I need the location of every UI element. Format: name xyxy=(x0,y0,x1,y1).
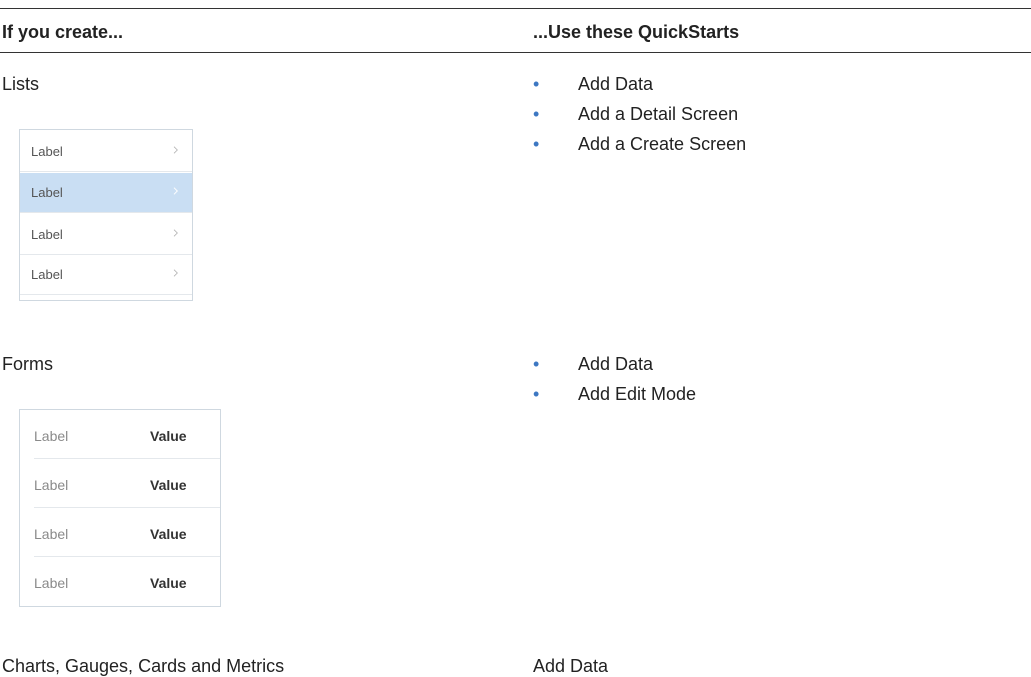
thumbnail-row-label: Label xyxy=(31,185,63,200)
thumbnail-row-label: Label xyxy=(31,227,63,242)
thumbnail-form-value: Value xyxy=(150,477,187,493)
quickstart-item: Add a Detail Screen xyxy=(578,104,739,124)
bullet-icon: • xyxy=(533,134,540,154)
bullet-icon: • xyxy=(533,104,540,124)
quickstarts-table: If you create... ...Use these QuickStart… xyxy=(0,0,1031,677)
thumbnail-row-label: Label xyxy=(31,267,63,282)
bullet-icon: • xyxy=(533,74,540,94)
thumbnail-list-row-selected: Label xyxy=(20,173,192,213)
thumbnail-list-row: Label xyxy=(20,215,192,255)
thumbnail-form-value: Value xyxy=(150,575,187,591)
thumbnail-form-row: Label Value xyxy=(20,557,220,606)
thumbnail-list-row: Label xyxy=(20,255,192,295)
quickstart-item: Add Data xyxy=(578,354,654,374)
thumbnail-row-label: Label xyxy=(31,144,63,159)
thumbnail-form-row: Label Value xyxy=(20,459,220,508)
thumbnail-form-label: Label xyxy=(34,477,69,493)
quickstart-item: Add a Create Screen xyxy=(578,134,747,154)
quickstart-item: Add Edit Mode xyxy=(578,384,697,404)
chevron-right-icon xyxy=(173,187,178,195)
bullet-icon: • xyxy=(533,384,540,404)
thumbnail-form-row: Label Value xyxy=(20,508,220,557)
thumbnail-form-label: Label xyxy=(34,428,69,444)
thumbnail-form-label: Label xyxy=(34,575,69,591)
quickstart-text-charts: Add Data xyxy=(533,656,609,676)
bullet-icon: • xyxy=(533,354,540,374)
list-thumbnail: Label Label Label Label xyxy=(19,129,193,301)
header-rule xyxy=(0,52,1031,53)
quickstart-item: Add Data xyxy=(578,74,654,94)
table-top-rule xyxy=(0,8,1031,9)
thumbnail-form-row: Label Value xyxy=(20,410,220,459)
row-label-forms: Forms xyxy=(2,354,53,374)
column-header-create: If you create... xyxy=(2,22,124,42)
thumbnail-list-row: Label xyxy=(20,132,192,172)
chevron-right-icon xyxy=(173,269,178,277)
thumbnail-form-value: Value xyxy=(150,428,187,444)
row-label-lists: Lists xyxy=(2,74,40,94)
chevron-right-icon xyxy=(173,146,178,154)
column-header-quickstarts: ...Use these QuickStarts xyxy=(533,22,740,42)
thumbnail-form-value: Value xyxy=(150,526,187,542)
form-thumbnail: Label Value Label Value Label Value Labe… xyxy=(19,409,221,607)
chevron-right-icon xyxy=(173,229,178,237)
row-label-charts: Charts, Gauges, Cards and Metrics xyxy=(2,656,285,676)
thumbnail-form-label: Label xyxy=(34,526,69,542)
